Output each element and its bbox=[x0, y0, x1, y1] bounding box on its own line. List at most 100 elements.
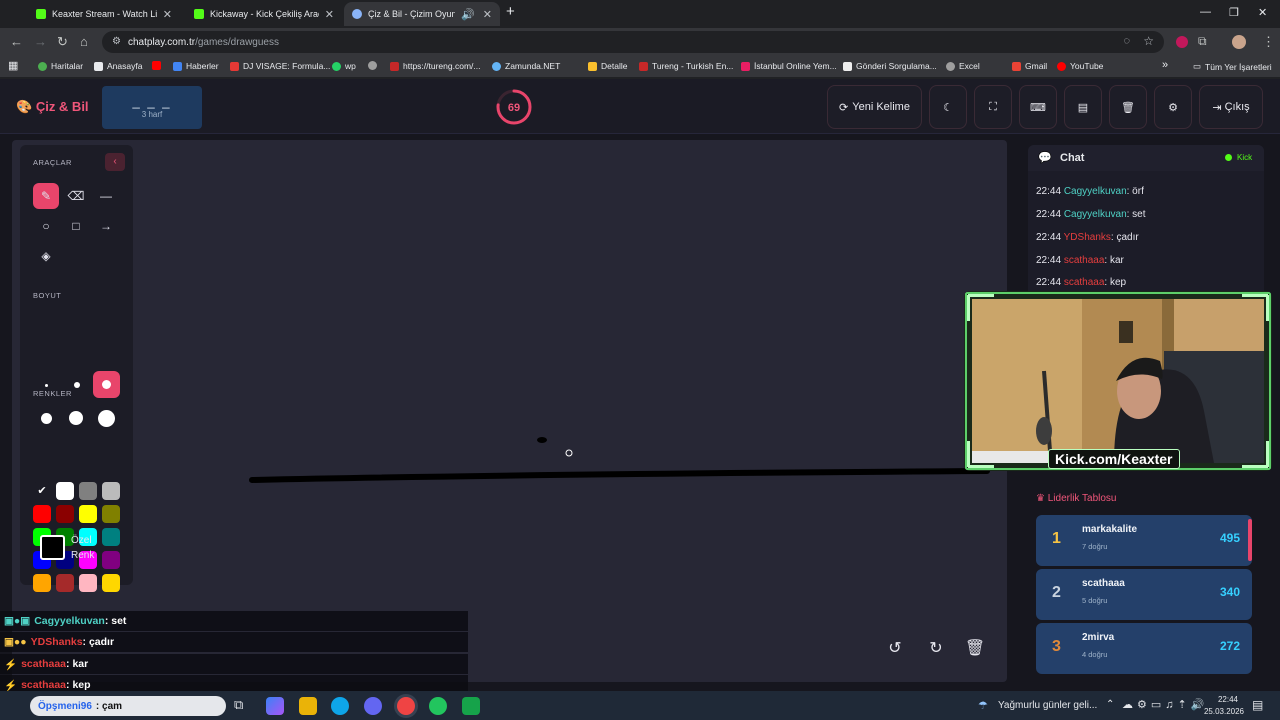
bookmark-gonderi[interactable]: Gönderi Sorgulama... bbox=[843, 61, 937, 71]
color-swatch[interactable] bbox=[102, 528, 120, 546]
bookmark-dj-visage[interactable]: DJ VISAGE: Formula... bbox=[230, 61, 330, 71]
all-bookmarks-folder[interactable]: ▭ Tüm Yer İşaretleri bbox=[1193, 61, 1272, 72]
circle-tool[interactable]: ○ bbox=[33, 213, 59, 239]
close-tab-icon[interactable]: ✕ bbox=[483, 8, 492, 21]
color-swatch[interactable] bbox=[102, 574, 120, 592]
dark-mode-button[interactable]: ☾ bbox=[929, 85, 967, 129]
size-option-l[interactable] bbox=[41, 413, 52, 424]
notifications-icon[interactable]: ▤ bbox=[1252, 698, 1263, 712]
bookmark-tureng[interactable]: Tureng - Turkish En... bbox=[639, 61, 733, 71]
maximize-button[interactable]: ❐ bbox=[1229, 6, 1239, 19]
settings-button[interactable]: ⚙ bbox=[1154, 85, 1192, 129]
paint-bucket-icon: ◈ bbox=[41, 249, 51, 263]
file-explorer-icon[interactable] bbox=[299, 697, 317, 715]
custom-color-swatch[interactable] bbox=[40, 535, 65, 560]
bookmark-excel[interactable]: Excel bbox=[946, 61, 980, 71]
leaderboard-scrollbar[interactable] bbox=[1248, 519, 1252, 561]
url-field[interactable]: ⚙ chatplay.com.tr/games/drawguess ◌ ☆ bbox=[102, 31, 1164, 53]
eraser-tool[interactable]: ⌫ bbox=[63, 183, 89, 209]
custom-color-button[interactable]: Özel Renk bbox=[71, 533, 94, 563]
color-swatch[interactable] bbox=[102, 505, 120, 523]
drawing-canvas[interactable] bbox=[12, 140, 1007, 682]
color-swatch[interactable] bbox=[33, 574, 51, 592]
forward-icon[interactable]: → bbox=[34, 34, 47, 49]
bookmark-haritalar[interactable]: Haritalar bbox=[38, 61, 83, 71]
brush-tool[interactable]: ✎ bbox=[33, 183, 59, 209]
size-option-xs[interactable] bbox=[45, 384, 48, 387]
line-tool[interactable]: — bbox=[93, 183, 119, 209]
apps-grid-icon[interactable]: ▦ bbox=[8, 59, 18, 72]
new-tab-button[interactable]: + bbox=[506, 3, 515, 20]
app-icon[interactable] bbox=[364, 697, 382, 715]
new-word-button[interactable]: ⟳ Yeni Kelime bbox=[827, 85, 922, 129]
bookmark-anasayfa[interactable]: Anasayfa bbox=[94, 61, 142, 71]
close-tab-icon[interactable]: ✕ bbox=[325, 8, 334, 21]
star-icon[interactable]: ☆ bbox=[1143, 34, 1154, 48]
edge-icon[interactable] bbox=[331, 697, 349, 715]
color-swatch[interactable] bbox=[56, 482, 74, 500]
size-option-s[interactable] bbox=[74, 382, 80, 388]
arrow-tool[interactable]: → bbox=[93, 213, 119, 239]
bookmark-youtube-icon[interactable] bbox=[152, 61, 165, 70]
bookmark-youtube[interactable]: YouTube bbox=[1057, 61, 1103, 71]
back-icon[interactable]: ← bbox=[10, 34, 23, 49]
speaker-icon[interactable]: 🔊 bbox=[461, 8, 475, 21]
rectangle-tool[interactable]: □ bbox=[63, 213, 89, 239]
keyboard-button[interactable]: ⌨ bbox=[1019, 85, 1057, 129]
color-swatch[interactable]: ✔ bbox=[33, 482, 51, 500]
weather-text[interactable]: Yağmurlu günler geli... bbox=[998, 700, 1097, 711]
color-swatch[interactable] bbox=[79, 574, 97, 592]
size-option-xxl[interactable] bbox=[98, 410, 115, 427]
browser-tab-cizbil[interactable]: Çiz & Bil - Çizim Oyunu 🔊 ✕ bbox=[344, 2, 500, 26]
clock-time[interactable]: 22:44 bbox=[1204, 695, 1238, 704]
color-swatch[interactable] bbox=[79, 505, 97, 523]
bookmark-gmail[interactable]: Gmail bbox=[1012, 61, 1047, 71]
spotify-icon[interactable] bbox=[429, 697, 447, 715]
kick-app-icon[interactable] bbox=[462, 697, 480, 715]
color-swatch[interactable] bbox=[33, 505, 51, 523]
undo-button[interactable]: ↺ bbox=[882, 635, 908, 661]
browser-tab-keaxter[interactable]: Keaxter Stream - Watch Live on ✕ bbox=[28, 2, 180, 26]
color-swatch[interactable] bbox=[102, 482, 120, 500]
close-tab-icon[interactable]: ✕ bbox=[163, 8, 172, 21]
fullscreen-button[interactable]: ⛶ bbox=[974, 85, 1012, 129]
fill-tool[interactable]: ◈ bbox=[33, 243, 59, 269]
size-option-m[interactable] bbox=[93, 371, 120, 398]
color-swatch[interactable] bbox=[79, 482, 97, 500]
redo-button[interactable]: ↻ bbox=[923, 635, 949, 661]
chevron-up-icon[interactable]: ⌃ bbox=[1106, 699, 1114, 710]
bookmark-haberler[interactable]: Haberler bbox=[173, 61, 219, 71]
color-swatch[interactable] bbox=[56, 574, 74, 592]
menu-kebab-icon[interactable]: ⋮ bbox=[1262, 34, 1275, 50]
minimize-button[interactable]: — bbox=[1200, 6, 1211, 18]
logout-button[interactable]: ⇥ Çıkış bbox=[1199, 85, 1263, 129]
bookmark-detalle[interactable]: Detalle bbox=[588, 61, 627, 71]
size-option-xl[interactable] bbox=[69, 411, 83, 425]
clear-button[interactable]: 🗑 bbox=[1109, 85, 1147, 129]
bookmark-tureng-url[interactable]: https://tureng.com/... bbox=[390, 61, 480, 71]
close-window-button[interactable]: ✕ bbox=[1258, 6, 1267, 19]
bookmark-wp[interactable]: wp bbox=[332, 61, 356, 71]
reload-icon[interactable]: ↻ bbox=[57, 34, 68, 50]
copilot-icon[interactable] bbox=[266, 697, 284, 715]
color-swatch[interactable] bbox=[56, 505, 74, 523]
collapse-panel-button[interactable]: ‹ bbox=[105, 153, 125, 171]
chrome-icon[interactable] bbox=[397, 697, 415, 715]
task-view-icon[interactable]: ⧉ bbox=[234, 697, 243, 713]
profile-avatar[interactable] bbox=[1232, 35, 1246, 49]
color-swatch[interactable] bbox=[102, 551, 120, 569]
extension-icon[interactable] bbox=[1176, 36, 1188, 48]
bookmarks-more-button[interactable]: » bbox=[1162, 59, 1168, 71]
archive-button[interactable]: ▤ bbox=[1064, 85, 1102, 129]
bookmark-istanbul[interactable]: İstanbul Online Yem... bbox=[741, 61, 837, 71]
clock-date[interactable]: 25.03.2026 bbox=[1196, 707, 1244, 716]
clear-canvas-button[interactable]: 🗑 bbox=[962, 635, 988, 661]
browser-tab-kickaway[interactable]: Kickaway - Kick Çekiliş Aracı ✕ bbox=[186, 2, 342, 26]
taskbar-search-box[interactable]: Öpşmeni96 : çam bbox=[30, 696, 226, 716]
extensions-puzzle-icon[interactable]: ⧉ bbox=[1198, 34, 1207, 49]
bookmark-globe-icon[interactable] bbox=[368, 61, 381, 70]
home-icon[interactable]: ⌂ bbox=[80, 34, 88, 49]
bookmark-zamunda[interactable]: Zamunda.NET bbox=[492, 61, 560, 71]
eye-off-icon[interactable]: ◌ bbox=[1123, 35, 1130, 47]
site-info-icon[interactable]: ⚙ bbox=[112, 36, 121, 47]
